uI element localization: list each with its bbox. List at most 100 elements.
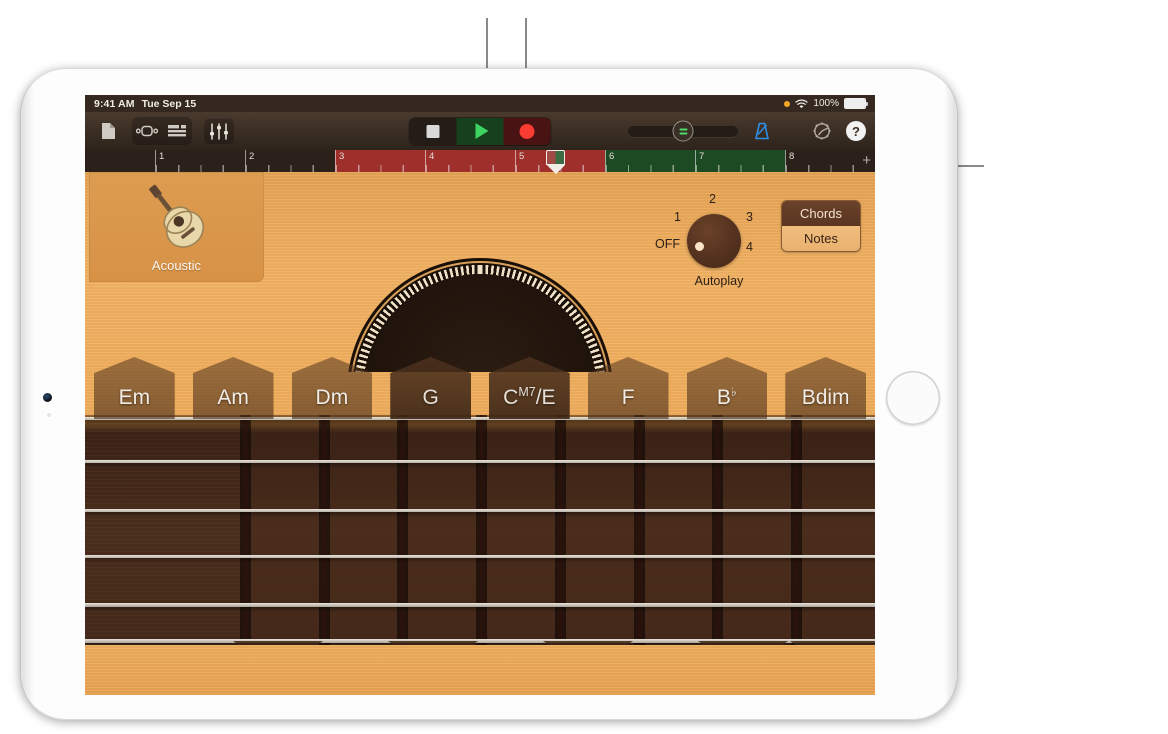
knob-indicator-icon: [695, 242, 704, 251]
loop-browser-button[interactable]: [133, 118, 161, 144]
wifi-icon: [795, 99, 809, 108]
transport-controls: [409, 117, 551, 145]
bar-number: 3: [339, 151, 345, 162]
bar-number: 2: [249, 151, 255, 162]
playhead-marker[interactable]: [546, 150, 565, 174]
chord-root: F: [621, 386, 635, 409]
ipad-device: 9:41 AM Tue Sep 15 100% ? 1 2 3 4 5 6 7 …: [20, 68, 958, 720]
bar-ticks: [606, 165, 695, 172]
fret-divider: [476, 415, 487, 645]
stop-square-icon: [426, 124, 440, 138]
chords-notes-toggle[interactable]: Chords Notes: [781, 200, 861, 252]
gear-icon: [813, 122, 831, 140]
ruler-bar[interactable]: 1: [155, 150, 245, 172]
bar-ticks: [156, 165, 245, 172]
guitar-bottom-wood: [85, 645, 875, 695]
home-button[interactable]: [886, 371, 940, 425]
ruler-bar[interactable]: 7: [695, 150, 785, 172]
fret-divider: [397, 415, 408, 645]
autoplay-label-4[interactable]: 4: [746, 240, 753, 254]
tracks-icon: [168, 125, 186, 137]
chords-option[interactable]: Chords: [782, 201, 860, 226]
battery-percent: 100%: [813, 98, 839, 109]
autoplay-label-1[interactable]: 1: [674, 210, 681, 224]
add-track-button[interactable]: +: [862, 153, 871, 168]
status-time: 9:41 AM: [94, 97, 135, 110]
chord-button[interactable]: F: [579, 357, 678, 419]
record-dot-icon: [784, 100, 791, 107]
front-camera-icon: [43, 393, 52, 402]
bar-ticks: [696, 165, 785, 172]
metronome-button[interactable]: [748, 118, 776, 144]
autoplay-title: Autoplay: [694, 274, 744, 288]
bar-number: 6: [609, 151, 615, 162]
acoustic-guitar-icon: [148, 184, 204, 248]
status-bar: 9:41 AM Tue Sep 15 100%: [85, 95, 875, 112]
chord-root: G: [422, 386, 439, 409]
autoplay-label-2[interactable]: 2: [709, 192, 716, 206]
instrument-icon: [136, 125, 158, 137]
guitar-string[interactable]: [85, 603, 875, 607]
chord-root: Bdim: [801, 386, 850, 409]
help-button[interactable]: ?: [846, 121, 866, 141]
bar-ticks: [246, 165, 335, 172]
chord-button[interactable]: Dm: [283, 357, 382, 419]
chord-root: Em: [118, 386, 151, 409]
ruler-bar[interactable]: 4: [425, 150, 515, 172]
ruler-bar[interactable]: 6: [605, 150, 695, 172]
fret-divider: [791, 415, 802, 645]
autoplay-label-3[interactable]: 3: [746, 210, 753, 224]
chord-root: Dm: [315, 386, 349, 409]
fret-divider: [240, 415, 251, 645]
bar-number: 8: [789, 151, 795, 162]
guitar-string[interactable]: [85, 460, 875, 463]
battery-icon: [844, 98, 868, 109]
chord-accidental: ♭: [730, 385, 737, 399]
bar-ticks: [336, 165, 425, 172]
chord-button[interactable]: Em: [85, 357, 184, 419]
chord-root: Am: [217, 386, 249, 409]
bar-number: 1: [159, 151, 165, 162]
document-icon: [101, 123, 115, 139]
autoplay-label-off[interactable]: OFF: [655, 237, 680, 251]
ruler-bar[interactable]: 3: [335, 150, 425, 172]
settings-button[interactable]: [808, 118, 836, 144]
my-songs-button[interactable]: [94, 118, 122, 144]
bar-number: 5: [519, 151, 525, 162]
fret-divider: [555, 415, 566, 645]
chord-button[interactable]: B♭: [678, 357, 777, 419]
chord-root: B: [716, 386, 731, 409]
fretboard[interactable]: [85, 415, 875, 645]
ruler-bar[interactable]: 2: [245, 150, 335, 172]
play-button[interactable]: [456, 117, 504, 145]
track-view-button[interactable]: [163, 118, 191, 144]
ipad-screen: 9:41 AM Tue Sep 15 100% ? 1 2 3 4 5 6 7 …: [85, 95, 875, 695]
chord-button[interactable]: CM7/E: [480, 357, 579, 419]
guitar-string[interactable]: [85, 555, 875, 558]
guitar-string[interactable]: [85, 509, 875, 512]
mixer-button[interactable]: [204, 118, 234, 144]
stop-button[interactable]: [409, 117, 457, 145]
bar-number: 7: [699, 151, 705, 162]
chord-quality: M7: [518, 385, 536, 399]
master-volume-slider[interactable]: [628, 120, 738, 142]
chord-button[interactable]: Am: [184, 357, 283, 419]
bar-number: 4: [429, 151, 435, 162]
chord-button[interactable]: Bdim: [776, 357, 875, 419]
instrument-selector[interactable]: Acoustic: [89, 172, 264, 282]
play-triangle-icon: [475, 123, 488, 139]
chord-strip: Em Am Dm G CM7/E F B♭ Bdim: [85, 357, 875, 419]
mixer-sliders-icon: [210, 122, 228, 140]
autoplay-knob[interactable]: [687, 214, 741, 268]
status-date: Tue Sep 15: [141, 97, 197, 110]
record-circle-icon: [519, 123, 535, 139]
notes-option[interactable]: Notes: [782, 226, 860, 251]
slider-knob[interactable]: [672, 120, 694, 142]
chord-button[interactable]: G: [381, 357, 480, 419]
timeline-ruler[interactable]: 1 2 3 4 5 6 7 8 +: [85, 150, 875, 174]
guitar-instrument-area: Acoustic OFF 1 2 3 4 Autoplay Chords Not…: [85, 172, 875, 695]
fret-divider: [634, 415, 645, 645]
rosette-icon: [350, 261, 610, 372]
record-button[interactable]: [503, 117, 551, 145]
autoplay-control: OFF 1 2 3 4 Autoplay: [655, 192, 773, 292]
